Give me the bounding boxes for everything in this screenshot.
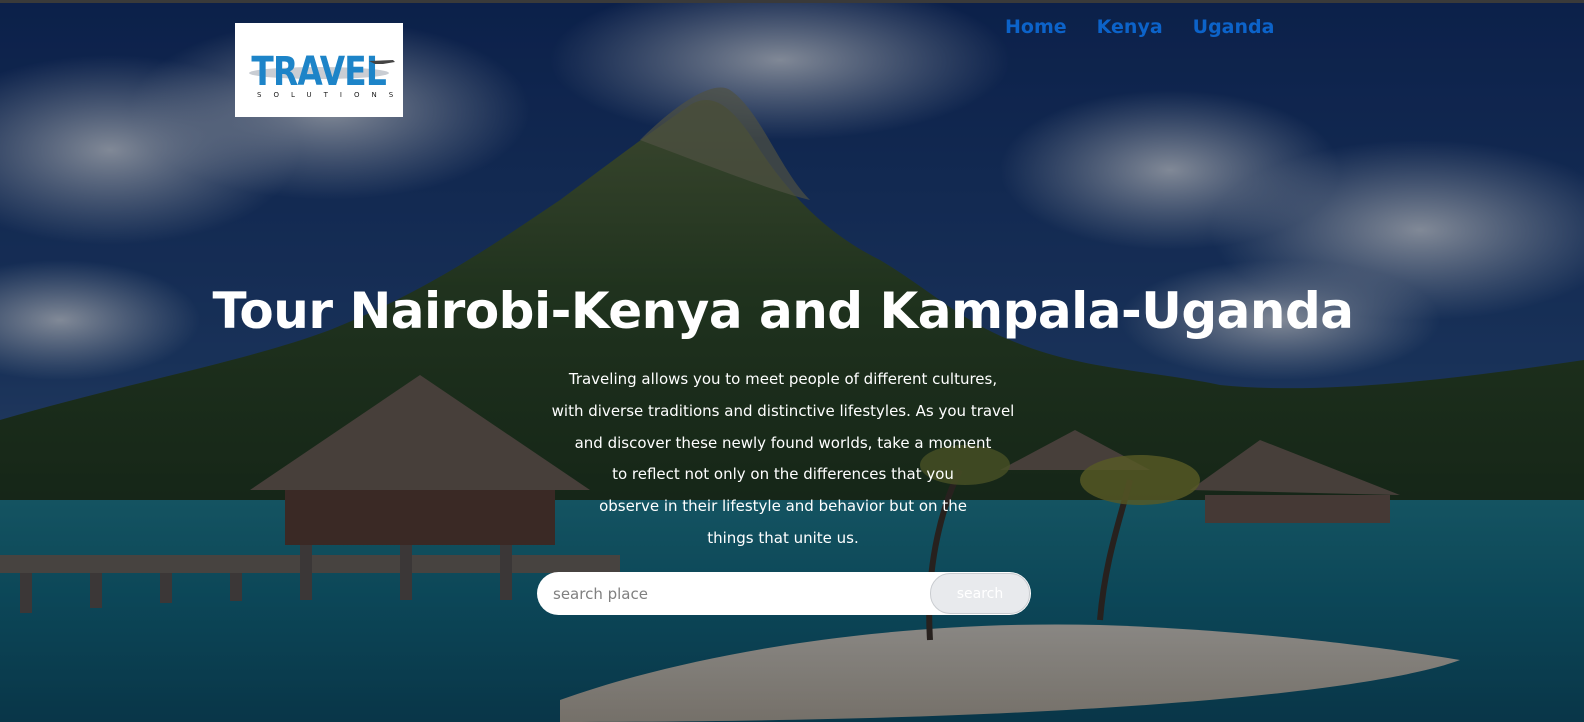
svg-text:TRAVEL: TRAVEL (251, 48, 386, 95)
hero-paragraph-line: observe in their lifestyle and behavior … (599, 497, 967, 516)
logo-graphic: TRAVEL SOLUTIONS (249, 48, 403, 99)
hero-paragraph-line: things that unite us. (707, 528, 859, 547)
hero-paragraph: Traveling allows you to meet people of d… (533, 364, 1033, 555)
svg-text:SOLUTIONS: SOLUTIONS (257, 91, 403, 99)
hero-paragraph-line: Traveling allows you to meet people of d… (568, 370, 998, 388)
hero-title: Tour Nairobi-Kenya and Kampala-Uganda (212, 282, 1354, 340)
nav-link-home[interactable]: Home (1005, 16, 1067, 38)
hero-paragraph-line: with diverse traditions and distinctive … (551, 401, 1015, 420)
hero-paragraph-line: to reflect not only on the differences t… (612, 465, 954, 484)
hero-paragraph-line: and discover these newly found worlds, t… (574, 433, 992, 452)
nav-link-kenya[interactable]: Kenya (1097, 16, 1163, 38)
search-input[interactable] (551, 578, 921, 609)
search-bar: search (537, 572, 1031, 615)
main-nav: Home Kenya Uganda (1005, 16, 1274, 38)
window-top-border (0, 0, 1584, 3)
nav-link-uganda[interactable]: Uganda (1193, 16, 1275, 38)
page: TRAVEL SOLUTIONS Home Kenya Uganda Tour … (0, 0, 1584, 722)
search-button[interactable]: search (930, 573, 1030, 614)
travel-solutions-logo[interactable]: TRAVEL SOLUTIONS (235, 23, 403, 117)
